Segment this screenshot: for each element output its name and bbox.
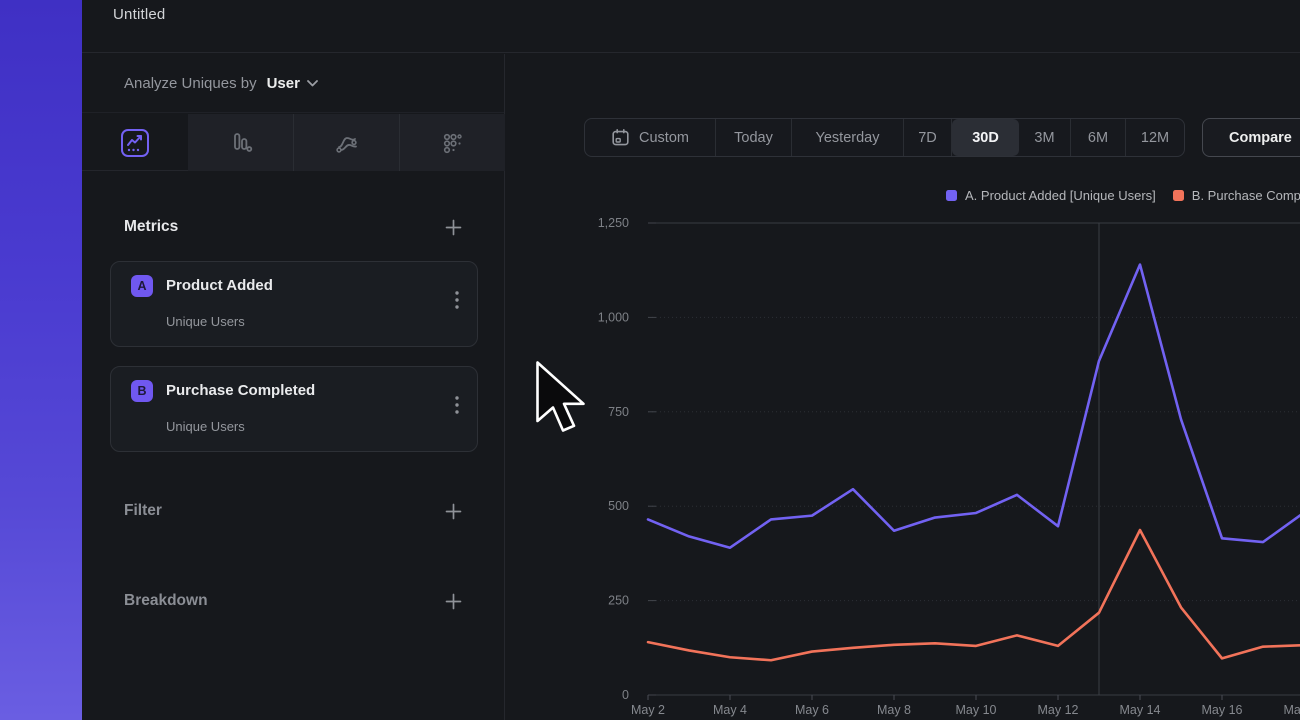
tab-line-chart[interactable] [82, 114, 188, 171]
y-axis-label: 500 [608, 499, 629, 513]
analyze-entity-dropdown[interactable]: User [267, 75, 318, 92]
add-filter-button[interactable] [445, 503, 462, 520]
flow-icon [333, 129, 361, 157]
line-chart-icon [120, 128, 150, 158]
x-axis-label: May 14 [1120, 703, 1161, 717]
y-axis-label: 750 [608, 405, 629, 419]
plus-icon [445, 593, 462, 610]
bar-chart-icon [227, 129, 255, 157]
metric-menu-button-a[interactable] [453, 289, 461, 314]
metrics-section-header: Metrics [124, 214, 462, 240]
metric-title-a: Product Added [166, 277, 273, 294]
x-axis-label: May 18 [1284, 703, 1300, 717]
metric-subtitle-b: Unique Users [166, 419, 245, 434]
report-title[interactable]: Untitled [113, 6, 165, 23]
chart-panel: CustomTodayYesterday7D30D3M6M12M Compare… [506, 54, 1300, 720]
metric-subtitle-a: Unique Users [166, 314, 245, 329]
add-metric-button[interactable] [445, 219, 462, 236]
filter-section-header: Filter [124, 498, 462, 524]
analyze-by-label: Analyze Uniques by [124, 75, 257, 92]
metrics-title: Metrics [124, 218, 178, 236]
left-gradient-strip [0, 0, 82, 720]
series-line[interactable] [648, 265, 1300, 548]
app-window: Untitled Analyze Uniques by User [82, 0, 1300, 720]
x-axis-label: May 12 [1038, 703, 1079, 717]
tab-bar-chart[interactable] [188, 114, 293, 171]
plus-icon [445, 503, 462, 520]
chart-type-tabs [82, 114, 504, 171]
tab-retention[interactable] [399, 114, 505, 171]
metric-badge-b: B [131, 380, 153, 402]
y-axis-label: 1,250 [598, 216, 629, 230]
kebab-icon [455, 291, 459, 309]
breakdown-title: Breakdown [124, 592, 208, 610]
chevron-down-icon [307, 80, 318, 87]
kebab-icon [455, 396, 459, 414]
x-axis-label: May 2 [631, 703, 665, 717]
metric-badge-a: A [131, 275, 153, 297]
y-axis-label: 1,000 [598, 310, 629, 324]
report-topbar: Untitled [82, 0, 1300, 53]
x-axis-label: May 16 [1202, 703, 1243, 717]
breakdown-section-header: Breakdown [124, 588, 462, 614]
y-axis-label: 250 [608, 594, 629, 608]
metric-card-a[interactable]: A Product Added Unique Users [110, 261, 478, 347]
x-axis-label: May 10 [956, 703, 997, 717]
analyze-by-row: Analyze Uniques by User [82, 54, 504, 113]
add-breakdown-button[interactable] [445, 593, 462, 610]
filter-title: Filter [124, 502, 162, 520]
y-axis-label: 0 [622, 688, 629, 702]
chart-canvas[interactable]: 0 250 500 750 1,000 1,250 May 2 May 4 May 6 May 8… [506, 54, 1300, 720]
series-line[interactable] [648, 530, 1300, 660]
tab-flow[interactable] [293, 114, 399, 171]
plus-icon [445, 219, 462, 236]
x-axis-label: May 6 [795, 703, 829, 717]
screen: Untitled Analyze Uniques by User [0, 0, 1300, 720]
x-axis-label: May 8 [877, 703, 911, 717]
query-sidebar: Analyze Uniques by User [82, 54, 505, 720]
chart-type-tabs-group [188, 114, 505, 171]
retention-grid-icon [439, 129, 467, 157]
metric-card-b[interactable]: B Purchase Completed Unique Users [110, 366, 478, 452]
metric-title-b: Purchase Completed [166, 382, 315, 399]
x-axis-label: May 4 [713, 703, 747, 717]
analyze-entity-value: User [267, 75, 300, 92]
metric-menu-button-b[interactable] [453, 394, 461, 419]
